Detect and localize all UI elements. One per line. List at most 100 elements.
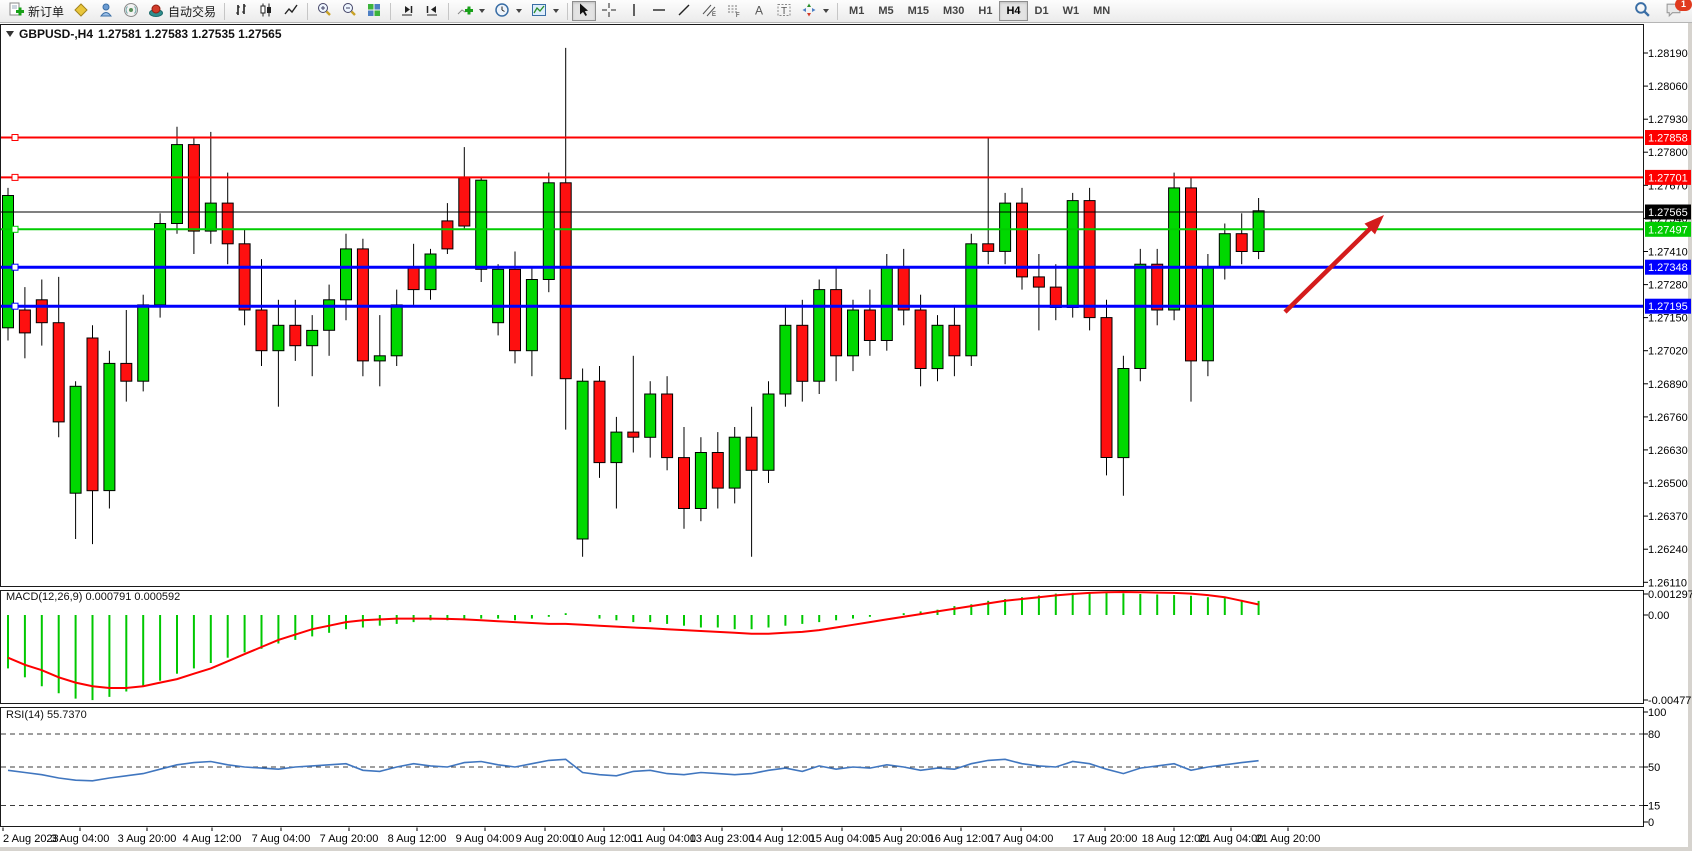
line-anchor-marker — [12, 303, 18, 309]
new-order-button[interactable]: 新订单 — [4, 1, 68, 21]
timeframe-button-m30[interactable]: M30 — [936, 1, 971, 21]
profiles-icon — [73, 2, 89, 21]
svg-text:14 Aug 12:00: 14 Aug 12:00 — [750, 833, 815, 845]
window-bottom-edge — [0, 847, 1692, 851]
svg-text:1.26240: 1.26240 — [1648, 544, 1688, 556]
crosshair-tool-button[interactable] — [597, 1, 621, 21]
text-tool-button[interactable]: A — [747, 1, 771, 21]
line-anchor-marker — [12, 226, 18, 232]
chart-ohlc-quotes: 1.27581 1.27583 1.27535 1.27565 — [98, 27, 282, 41]
svg-text:15: 15 — [1648, 801, 1660, 813]
toolbar-separator — [837, 3, 838, 20]
timeframe-button-m5[interactable]: M5 — [871, 1, 900, 21]
new-order-icon — [8, 2, 24, 21]
svg-text:1.27348: 1.27348 — [1648, 262, 1688, 274]
svg-text:F: F — [736, 13, 740, 18]
chart-area[interactable]: 1.281901.280601.279301.278001.276701.275… — [0, 0, 1692, 851]
svg-text:1.27565: 1.27565 — [1648, 207, 1688, 219]
timeframe-button-m1[interactable]: M1 — [842, 1, 871, 21]
equidistant-channel-icon: E — [701, 2, 717, 21]
window-right-edge — [1688, 0, 1692, 851]
arrows-tool-button[interactable] — [797, 1, 833, 21]
templates-button[interactable] — [527, 1, 563, 21]
chart-title: GBPUSD-,H4 1.27581 1.27583 1.27535 1.275… — [6, 27, 282, 41]
timeframe-button-mn[interactable]: MN — [1086, 1, 1117, 21]
dropdown-caret-icon — [479, 9, 485, 13]
rsi-label: RSI(14) 55.7370 — [6, 709, 87, 721]
market-watch-icon — [98, 2, 114, 21]
svg-text:16 Aug 12:00: 16 Aug 12:00 — [929, 833, 994, 845]
collapse-triangle-icon[interactable] — [6, 31, 14, 37]
chat-unread-badge: 1 — [1675, 0, 1692, 11]
candlestick-button[interactable] — [254, 1, 278, 21]
cursor-tool-button[interactable] — [572, 1, 596, 21]
svg-text:0.001297: 0.001297 — [1648, 589, 1692, 601]
timeframe-button-h1[interactable]: H1 — [971, 1, 999, 21]
timeframe-button-d1[interactable]: D1 — [1028, 1, 1056, 21]
market-watch-button[interactable] — [94, 1, 118, 21]
svg-text:3 Aug 04:00: 3 Aug 04:00 — [51, 833, 110, 845]
svg-text:18 Aug 12:00: 18 Aug 12:00 — [1142, 833, 1207, 845]
signals-button[interactable] — [119, 1, 143, 21]
periods-button[interactable] — [490, 1, 526, 21]
svg-text:A: A — [755, 3, 763, 17]
autotrade-button[interactable]: 自动交易 — [144, 1, 220, 21]
timeframe-button-m15[interactable]: M15 — [901, 1, 936, 21]
zoom-out-button[interactable] — [337, 1, 361, 21]
autotrade-label: 自动交易 — [168, 3, 216, 20]
svg-text:0.00: 0.00 — [1648, 610, 1669, 622]
svg-text:1.27701: 1.27701 — [1648, 172, 1688, 184]
line-chart-icon — [283, 2, 299, 21]
svg-text:1.27195: 1.27195 — [1648, 301, 1688, 313]
dropdown-caret-icon — [516, 9, 522, 13]
indicators-icon — [457, 2, 473, 21]
svg-text:10 Aug 12:00: 10 Aug 12:00 — [572, 833, 637, 845]
timeframe-button-w1[interactable]: W1 — [1056, 1, 1087, 21]
bar-chart-button[interactable] — [229, 1, 253, 21]
text-label-tool-button[interactable]: T — [772, 1, 796, 21]
svg-text:17 Aug 04:00: 17 Aug 04:00 — [989, 833, 1054, 845]
profiles-button[interactable] — [69, 1, 93, 21]
candlestick-icon — [258, 2, 274, 21]
macd-pane-frame — [1, 591, 1644, 704]
dropdown-caret-icon — [823, 9, 829, 13]
search-button[interactable] — [1630, 1, 1655, 21]
svg-text:17 Aug 20:00: 17 Aug 20:00 — [1073, 833, 1138, 845]
vertical-line-tool-button[interactable] — [622, 1, 646, 21]
toolbar-separator — [307, 3, 308, 20]
tile-windows-icon — [366, 2, 382, 21]
svg-text:1.27800: 1.27800 — [1648, 147, 1688, 159]
svg-text:3 Aug 20:00: 3 Aug 20:00 — [118, 833, 177, 845]
svg-text:9 Aug 04:00: 9 Aug 04:00 — [456, 833, 515, 845]
svg-text:1.26370: 1.26370 — [1648, 511, 1688, 523]
svg-text:11 Aug 04:00: 11 Aug 04:00 — [632, 833, 696, 845]
timeframe-button-h4[interactable]: H4 — [999, 1, 1027, 21]
trendline-tool-button[interactable] — [672, 1, 696, 21]
svg-text:80: 80 — [1648, 729, 1660, 741]
templates-icon — [531, 2, 547, 21]
tile-windows-button[interactable] — [362, 1, 386, 21]
svg-text:1.26110: 1.26110 — [1648, 577, 1687, 589]
text-icon: A — [751, 2, 767, 21]
svg-text:1.27410: 1.27410 — [1648, 247, 1688, 259]
main-toolbar: 新订单 自动交易 — [0, 0, 1692, 23]
signals-icon — [123, 2, 139, 21]
chart-shift-button[interactable] — [420, 1, 444, 21]
fibonacci-tool-button[interactable]: F — [722, 1, 746, 21]
toolbar-separator — [224, 3, 225, 20]
svg-text:1.27497: 1.27497 — [1648, 224, 1688, 236]
indicators-button[interactable] — [453, 1, 489, 21]
horizontal-line-tool-button[interactable] — [647, 1, 671, 21]
equidistant-channel-tool-button[interactable]: E — [697, 1, 721, 21]
zoom-in-button[interactable] — [312, 1, 336, 21]
auto-scroll-button[interactable] — [395, 1, 419, 21]
chat-button[interactable]: 1 — [1661, 1, 1686, 21]
toolbar-separator — [567, 3, 568, 20]
svg-text:1.27020: 1.27020 — [1648, 346, 1688, 358]
svg-text:21 Aug 04:00: 21 Aug 04:00 — [1199, 833, 1264, 845]
svg-text:1.28190: 1.28190 — [1648, 48, 1688, 60]
svg-text:0: 0 — [1648, 817, 1654, 829]
svg-text:7 Aug 04:00: 7 Aug 04:00 — [252, 833, 311, 845]
line-chart-button[interactable] — [279, 1, 303, 21]
svg-text:E: E — [712, 12, 716, 18]
